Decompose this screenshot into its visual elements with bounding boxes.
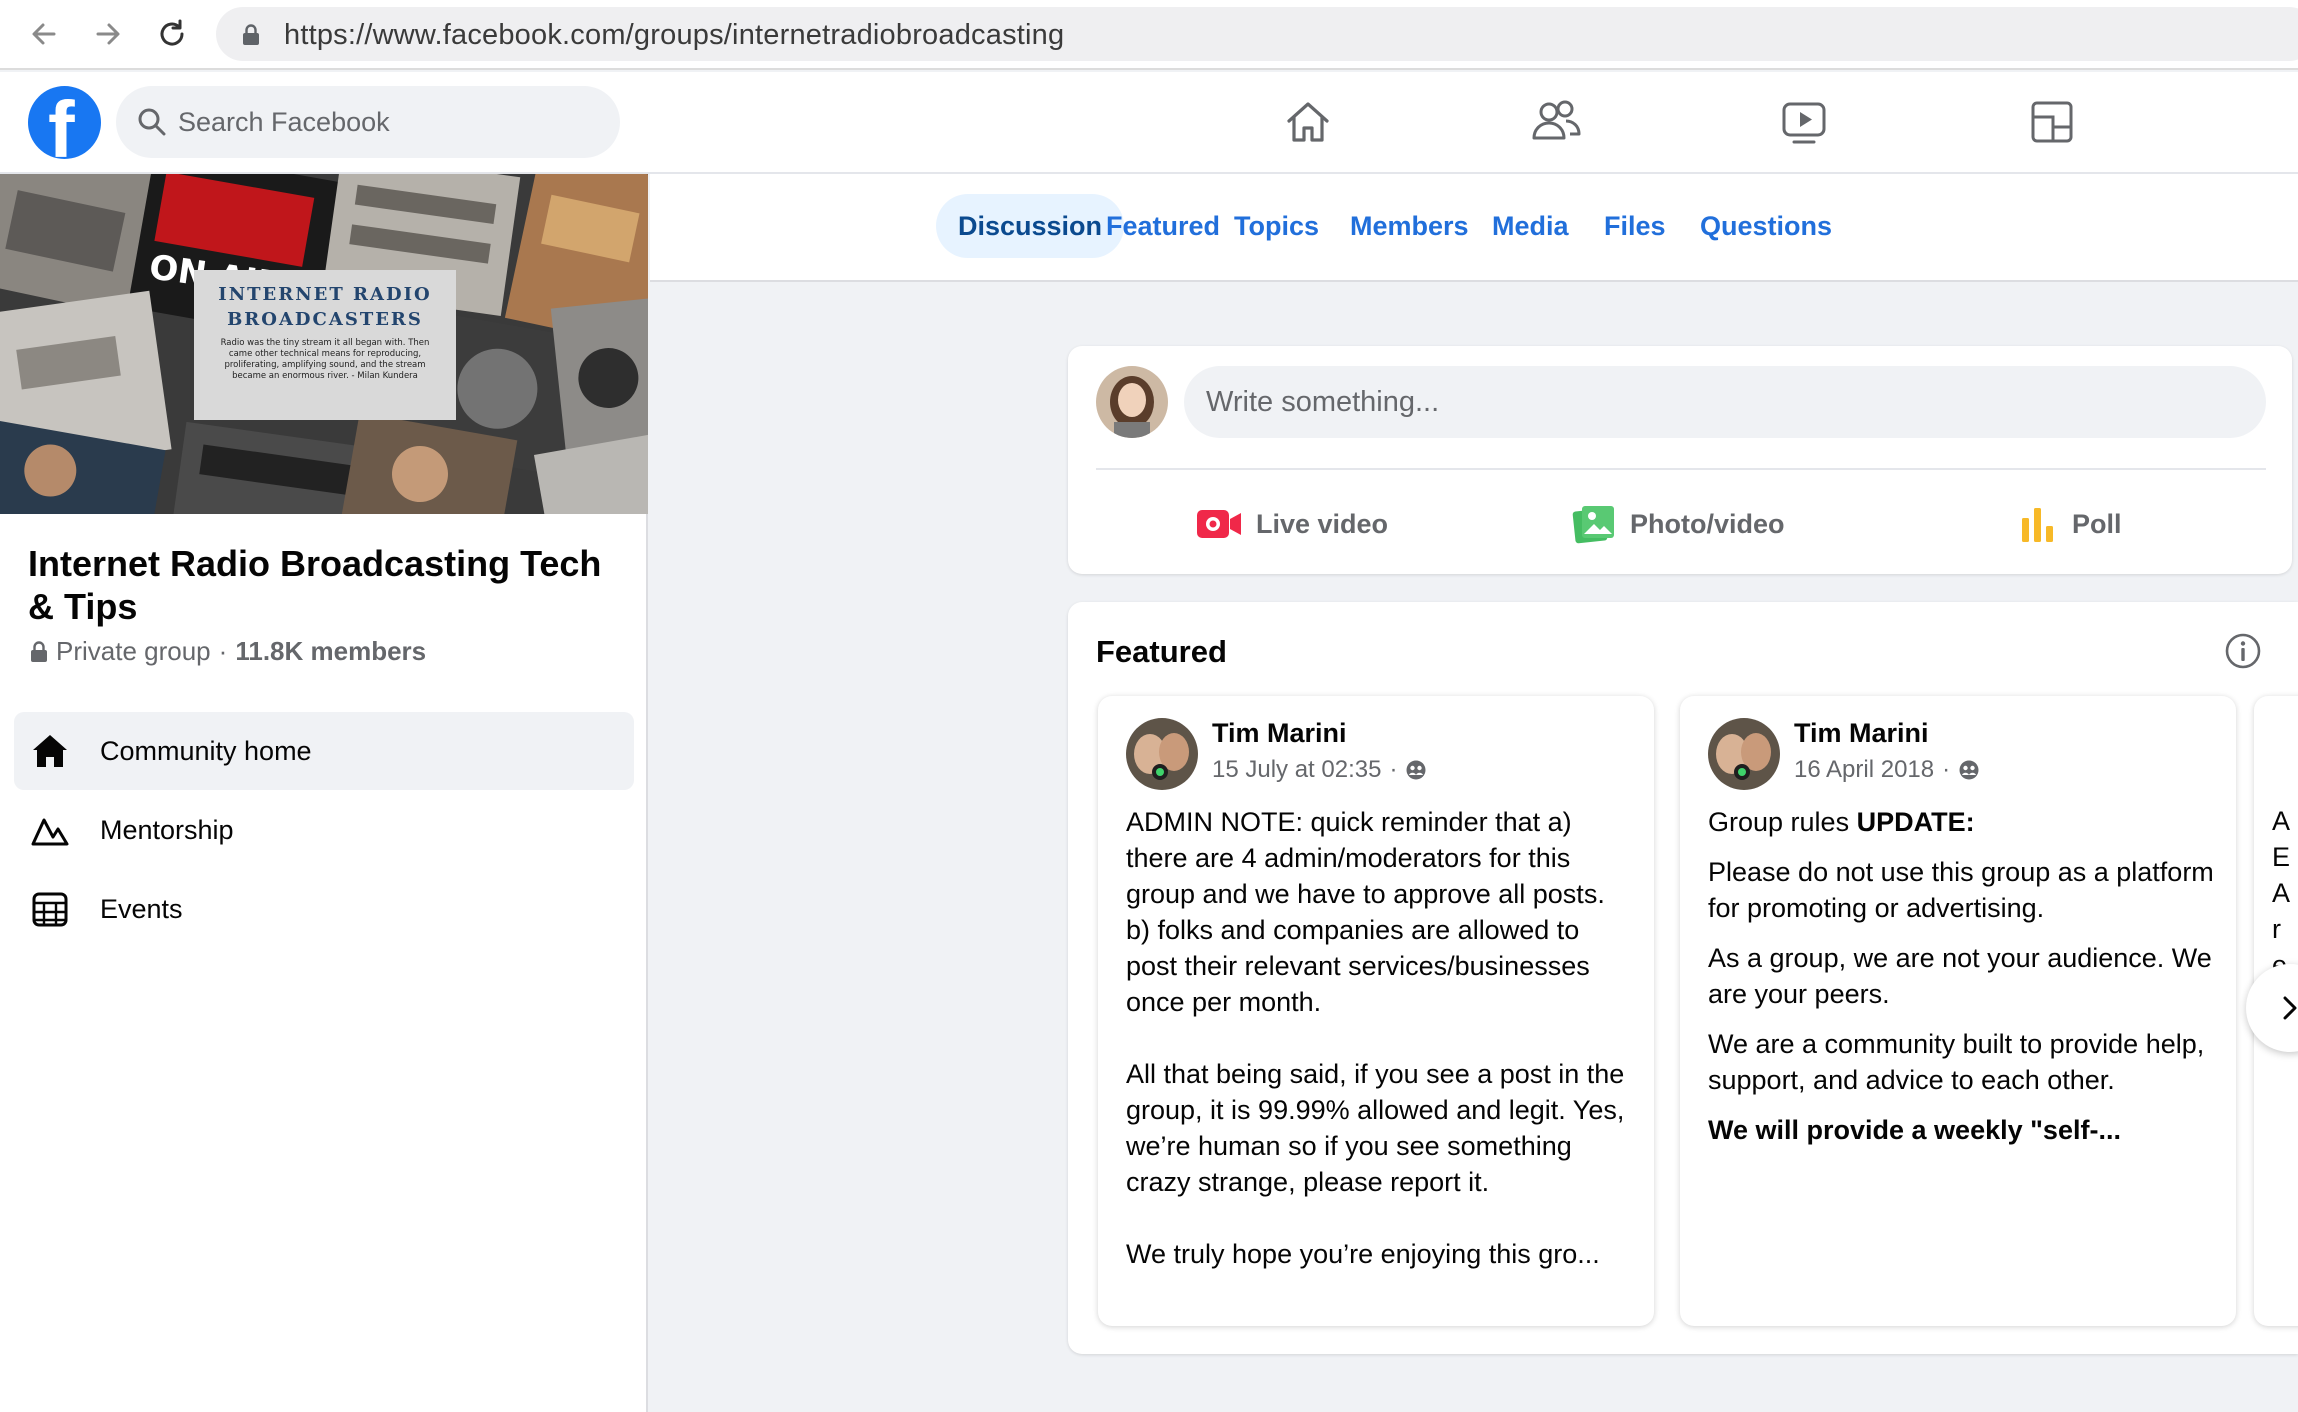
cover-title-line1: INTERNET RADIO xyxy=(218,284,432,305)
sidebar-item-label: Mentorship xyxy=(100,814,234,845)
cover-quote: Radio was the tiny stream it all began w… xyxy=(220,338,430,381)
facebook-logo[interactable]: f xyxy=(28,86,101,159)
tab-questions[interactable]: Questions xyxy=(1678,194,1854,258)
search-icon xyxy=(138,108,166,136)
post-date-text[interactable]: 16 April 2018 xyxy=(1794,756,1934,784)
reload-button[interactable] xyxy=(152,14,192,54)
sidebar-item-label: Events xyxy=(100,893,183,924)
lock-icon xyxy=(31,640,47,662)
facebook-header: f xyxy=(0,72,2298,174)
group-privacy: Private group xyxy=(56,636,211,666)
post-paragraph: We are a community built to provide help… xyxy=(1708,1029,2205,1095)
meta-separator: · xyxy=(218,636,228,666)
poll-icon xyxy=(2022,508,2053,542)
sidebar-item-community-home[interactable]: Community home xyxy=(14,712,634,790)
photo-video-icon xyxy=(1572,506,1614,544)
friends-icon xyxy=(1532,100,1581,140)
watch-icon xyxy=(1782,102,1826,144)
search-box[interactable] xyxy=(116,86,620,158)
post-author[interactable]: Tim Marini xyxy=(1794,718,1929,749)
photo-video-label: Photo/video xyxy=(1630,508,1785,539)
post-author[interactable]: Tim Marini xyxy=(1212,718,1347,749)
live-video-button[interactable]: Live video xyxy=(1196,496,1388,552)
poll-button[interactable]: Poll xyxy=(2018,496,2122,552)
partial-text: E xyxy=(2272,842,2291,872)
post-date: 16 April 2018 · xyxy=(1794,756,1980,784)
partial-text: r xyxy=(2272,914,2281,944)
post-date-text[interactable]: 15 July at 02:35 xyxy=(1212,756,1381,784)
home-icon xyxy=(1287,102,1329,142)
group-cover-photo[interactable]: ON AIR INTERNET RADIO BROADCASTERS Radio… xyxy=(0,174,648,514)
featured-post-card[interactable]: Tim Marini 16 April 2018 · Group rules U… xyxy=(1680,696,2236,1326)
divider xyxy=(1096,468,2266,470)
info-button[interactable] xyxy=(2224,632,2262,675)
date-separator: · xyxy=(1942,756,1951,783)
live-video-icon xyxy=(1197,510,1241,538)
post-heading: Group rules UPDATE: xyxy=(1708,804,2218,840)
back-arrow-icon xyxy=(32,23,56,45)
post-paragraph: We truly hope you’re enjoying this gro..… xyxy=(1126,1239,1600,1269)
sidebar-nav: Community home Mentorship Events xyxy=(14,712,634,949)
calendar-icon xyxy=(28,887,72,931)
group-tabs: Discussion Featured Topics Members Media… xyxy=(650,174,2298,282)
nav-watch-button[interactable] xyxy=(1776,94,1832,150)
group-name[interactable]: Internet Radio Broadcasting Tech & Tips xyxy=(28,542,628,628)
group-audience-icon xyxy=(1406,760,1426,780)
live-video-label: Live video xyxy=(1256,508,1389,539)
post-paragraph: Please do not use this group as a platfo… xyxy=(1708,857,2214,923)
search-input[interactable] xyxy=(178,100,598,144)
post-date: 15 July at 02:35 · xyxy=(1212,756,1427,784)
featured-section: Featured Tim Marini 15 July at 02:35 · A… xyxy=(1068,602,2298,1354)
avatar[interactable] xyxy=(1708,718,1780,790)
write-something-input[interactable]: Write something... xyxy=(1184,366,2266,438)
forward-arrow-icon xyxy=(96,23,120,45)
cover-title-card: INTERNET RADIO BROADCASTERS Radio was th… xyxy=(194,270,456,420)
post-composer: Write something... Live video Photo/vide… xyxy=(1068,346,2292,574)
reload-icon xyxy=(160,19,184,46)
partial-text: A xyxy=(2272,806,2291,836)
group-audience-icon xyxy=(1959,760,1979,780)
avatar[interactable] xyxy=(1096,366,1168,438)
tab-topics[interactable]: Topics xyxy=(1212,194,1341,258)
back-button[interactable] xyxy=(24,14,64,54)
date-separator: · xyxy=(1389,756,1398,783)
nav-home-button[interactable] xyxy=(1280,94,1336,150)
group-meta: Private group · 11.8K members xyxy=(30,636,426,667)
chevron-right-icon xyxy=(2283,996,2297,1020)
post-paragraph: We will provide a weekly "self-... xyxy=(1708,1115,2121,1145)
left-sidebar: ON AIR INTERNET RADIO BROADCASTERS Radio… xyxy=(0,174,648,1412)
browser-toolbar: https://www.facebook.com/groups/internet… xyxy=(0,0,2298,70)
featured-title: Featured xyxy=(1096,634,1227,669)
address-bar[interactable]: https://www.facebook.com/groups/internet… xyxy=(216,7,2298,61)
forward-button[interactable] xyxy=(88,14,128,54)
photo-video-button[interactable]: Photo/video xyxy=(1572,496,1785,552)
post-body: ADMIN NOTE: quick reminder that a) there… xyxy=(1126,804,1636,1286)
mentorship-icon xyxy=(28,808,72,852)
tab-files[interactable]: Files xyxy=(1582,194,1688,258)
post-paragraph: ADMIN NOTE: quick reminder that a) there… xyxy=(1126,807,1605,1017)
tab-members[interactable]: Members xyxy=(1328,194,1491,258)
nav-gaming-button[interactable] xyxy=(2024,94,2080,150)
post-heading-bold: UPDATE: xyxy=(1856,807,1975,837)
sidebar-item-mentorship[interactable]: Mentorship xyxy=(14,791,634,869)
post-body: Group rules UPDATE: Please do not use th… xyxy=(1708,804,2218,1162)
post-paragraph: As a group, we are not your audience. We… xyxy=(1708,943,2212,1009)
sidebar-item-events[interactable]: Events xyxy=(14,870,634,948)
lock-icon xyxy=(243,24,259,45)
nav-friends-button[interactable] xyxy=(1528,94,1584,150)
cover-title-line2: BROADCASTERS xyxy=(227,309,423,330)
gaming-icon xyxy=(2031,101,2073,143)
tab-media[interactable]: Media xyxy=(1470,194,1591,258)
url-text: https://www.facebook.com/groups/internet… xyxy=(284,19,1065,51)
post-heading-prefix: Group rules xyxy=(1708,807,1857,837)
home-filled-icon xyxy=(28,729,72,773)
post-paragraph: All that being said, if you see a post i… xyxy=(1126,1059,1625,1197)
partial-text: A xyxy=(2272,878,2291,908)
sidebar-item-label: Community home xyxy=(100,735,312,766)
avatar[interactable] xyxy=(1126,718,1198,790)
group-members-count[interactable]: 11.8K members xyxy=(235,636,426,667)
poll-label: Poll xyxy=(2072,508,2122,539)
info-icon xyxy=(2225,633,2261,669)
featured-post-card[interactable]: Tim Marini 15 July at 02:35 · ADMIN NOTE… xyxy=(1098,696,1654,1326)
